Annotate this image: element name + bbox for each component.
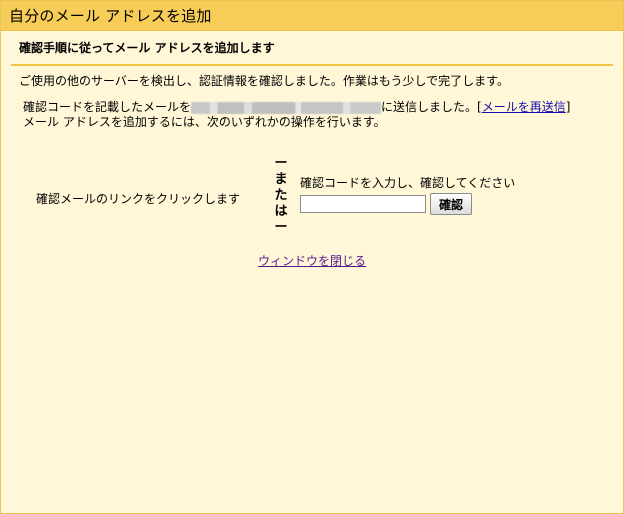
redacted-email: [191, 101, 382, 114]
or-separator: ー ま た は ー: [273, 156, 289, 236]
dialog-title: 自分のメール アドレスを追加: [9, 7, 212, 25]
or-char: は: [274, 204, 288, 219]
sent-prefix: 確認コードを記載したメールを: [23, 100, 192, 114]
enter-code-method: 確認コードを入力し、確認してください 確認: [300, 174, 515, 215]
sent-suffix: に送信しました。[: [381, 100, 482, 114]
or-char: ー: [274, 220, 288, 235]
click-link-method: 確認メールのリンクをクリックします: [36, 192, 241, 206]
or-char: ー: [274, 156, 288, 171]
instructions-text: メール アドレスを追加するには、次のいずれかの操作を行います。: [23, 115, 386, 129]
resend-email-link[interactable]: メールを再送信: [482, 100, 566, 114]
verify-button[interactable]: 確認: [430, 193, 473, 215]
code-entry-row: 確認: [300, 193, 515, 215]
detection-info: ご使用の他のサーバーを検出し、認証情報を確認しました。作業はもう少しで完了します…: [19, 74, 509, 88]
close-row: ウィンドウを閉じる: [11, 252, 613, 269]
or-char: ま: [274, 172, 288, 187]
close-window-link[interactable]: ウィンドウを閉じる: [258, 254, 366, 268]
step-heading: 確認手順に従ってメール アドレスを追加します: [11, 31, 613, 66]
verification-sent-block: 確認コードを記載したメールを に送信しました。[メールを再送信] メール アドレス…: [11, 90, 613, 130]
add-email-dialog: 自分のメール アドレスを追加 確認手順に従ってメール アドレスを追加します ご使…: [0, 0, 624, 514]
verification-methods: 確認メールのリンクをクリックします ー ま た は ー 確認コードを入力し、確認…: [11, 154, 613, 244]
title-bar: 自分のメール アドレスを追加: [1, 1, 623, 31]
verification-code-input[interactable]: [300, 195, 426, 213]
dialog-content: 確認手順に従ってメール アドレスを追加します ご使用の他のサーバーを検出し、認証…: [1, 31, 623, 269]
enter-code-label: 確認コードを入力し、確認してください: [300, 176, 516, 190]
close-bracket: ]: [565, 100, 571, 114]
or-char: た: [274, 188, 288, 203]
